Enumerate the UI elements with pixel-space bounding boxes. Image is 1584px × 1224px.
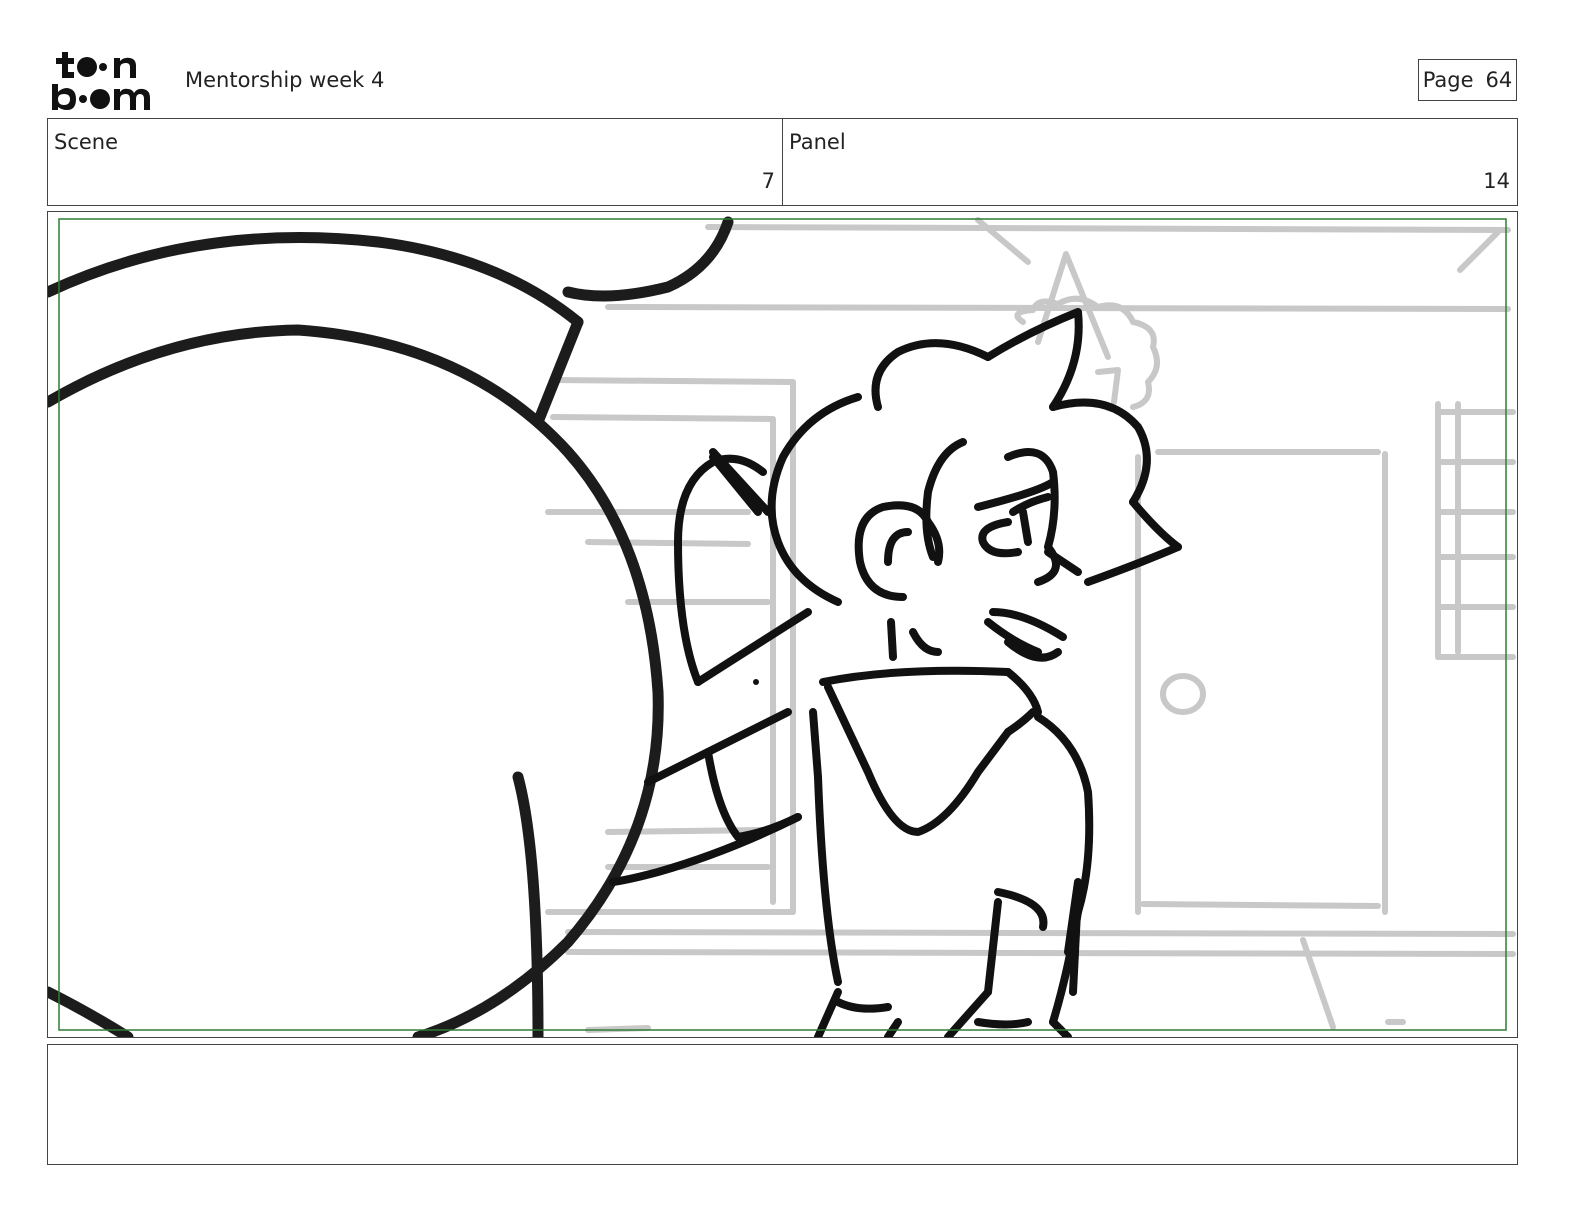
panel-label: Panel: [789, 130, 846, 154]
scene-number: 7: [761, 169, 775, 193]
toon-boom-logo-icon: [52, 52, 150, 110]
document-title: Mentorship week 4: [185, 68, 385, 92]
storyboard-sketch-icon: [48, 216, 1516, 1037]
storyboard-panel: [47, 211, 1518, 1038]
page-number: 64: [1485, 68, 1513, 92]
panel-notes-box: [47, 1044, 1518, 1165]
panel-number: 14: [1483, 169, 1510, 193]
scene-label: Scene: [54, 130, 119, 154]
panel-cell: Panel 14: [782, 119, 1517, 205]
page-label: Page: [1422, 68, 1474, 92]
scene-cell: Scene 7: [48, 119, 782, 205]
scene-panel-info: Scene 7 Panel 14: [47, 118, 1518, 206]
page-indicator: Page 64: [1418, 59, 1517, 101]
